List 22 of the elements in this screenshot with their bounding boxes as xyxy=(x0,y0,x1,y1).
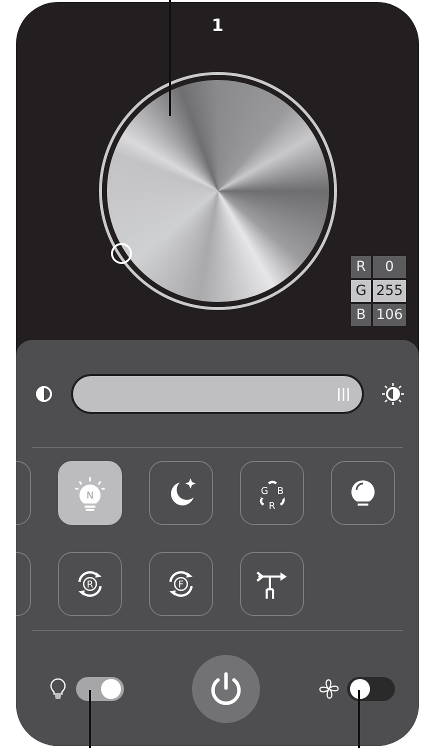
channel-number: 1 xyxy=(212,16,224,36)
channel-value: 106 xyxy=(373,304,406,326)
mode-button[interactable] xyxy=(331,461,395,525)
mode-button[interactable]: R xyxy=(58,552,122,616)
contrast-icon xyxy=(34,384,54,404)
fan-icon xyxy=(317,677,341,701)
mode-button[interactable] xyxy=(149,461,213,525)
color-picker-handle[interactable] xyxy=(110,243,132,264)
channel-label: B xyxy=(351,304,371,326)
leader-line xyxy=(89,690,91,748)
mode-button[interactable] xyxy=(240,552,304,616)
grip-icon xyxy=(337,386,350,402)
channel-label: R xyxy=(351,256,371,278)
leader-line xyxy=(358,690,360,748)
light-toggle[interactable] xyxy=(76,677,124,701)
mode-button[interactable]: F xyxy=(149,552,213,616)
fan-toggle[interactable] xyxy=(347,677,395,701)
mode-button[interactable]: G B R xyxy=(240,461,304,525)
channel-value: 255 xyxy=(373,280,406,302)
channel-label: G xyxy=(351,280,371,302)
channel-value: 0 xyxy=(373,256,406,278)
brightness-icon xyxy=(381,382,405,406)
